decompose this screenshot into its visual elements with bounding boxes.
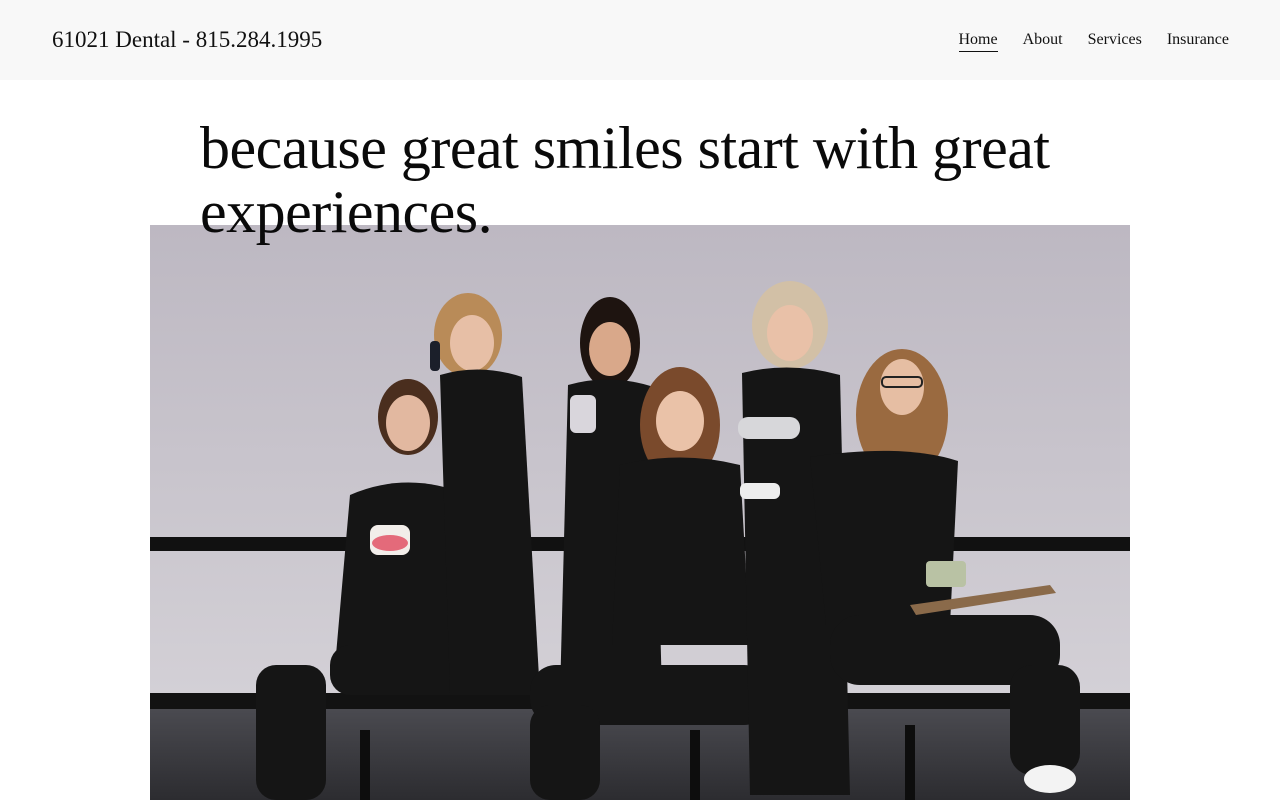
- team-photo: [150, 225, 1130, 800]
- hero-headline: because great smiles start with great ex…: [200, 115, 1050, 245]
- site-header: 61021 Dental - 815.284.1995 Home About S…: [0, 0, 1280, 80]
- nav-item-about[interactable]: About: [1023, 30, 1063, 52]
- nav-item-services[interactable]: Services: [1088, 30, 1142, 52]
- team-photo-illustration: [150, 225, 1130, 800]
- nav-item-home[interactable]: Home: [958, 30, 998, 52]
- nav-item-insurance[interactable]: Insurance: [1167, 30, 1229, 52]
- site-title-link[interactable]: 61021 Dental - 815.284.1995: [52, 26, 322, 54]
- main-nav: Home About Services Insurance: [934, 30, 1229, 52]
